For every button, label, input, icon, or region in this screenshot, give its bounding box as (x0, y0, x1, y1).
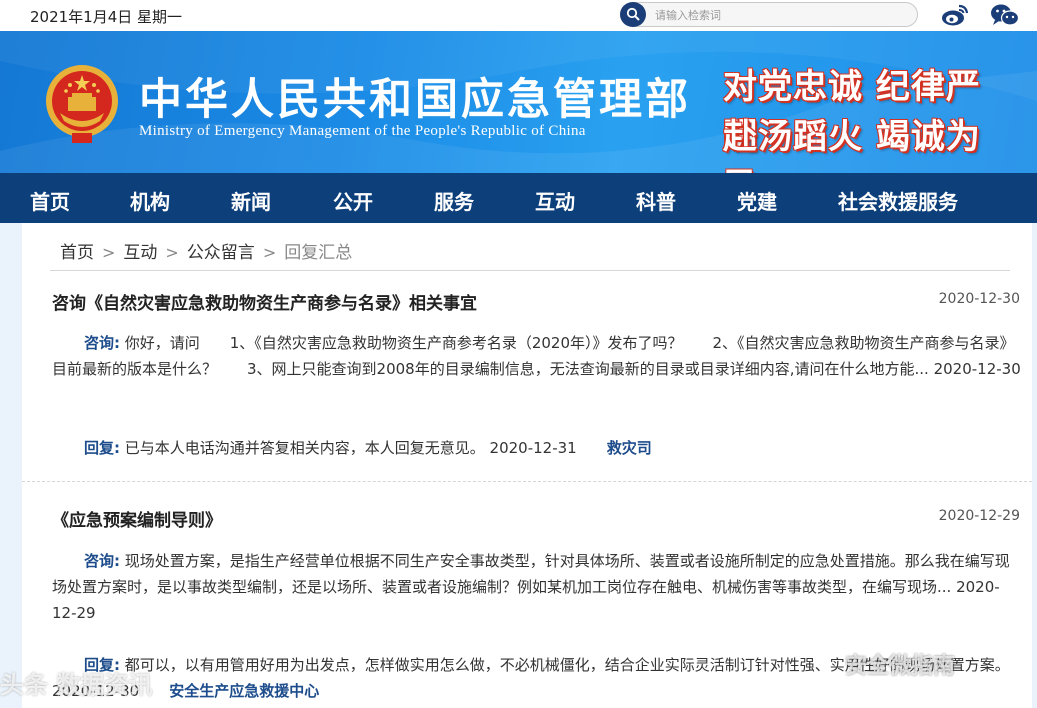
message-reply: 回复: 已与本人电话沟通并答复相关内容，本人回复无意见。 2020-12-31 救… (84, 437, 652, 458)
question-label: 咨询: (84, 552, 120, 570)
nav-item-rescue-services[interactable]: 社会救援服务 (838, 186, 958, 215)
nav-item-services[interactable]: 服务 (434, 186, 474, 215)
wechat-icon[interactable] (990, 3, 1020, 31)
message-date: 2020-12-29 (938, 508, 1020, 524)
reply-text: 已与本人电话沟通并答复相关内容，本人回复无意见。 2020-12-31 (120, 439, 577, 457)
top-bar: 2021年1月4日 星期一 (0, 0, 1037, 31)
nav-item-home[interactable]: 首页 (30, 186, 70, 215)
question-text[interactable]: 你好，请问 1、《自然灾害应急救助物资生产商参考名录（2020年）》发布了吗？ … (52, 334, 1021, 378)
message-question: 咨询: 你好，请问 1、《自然灾害应急救助物资生产商参考名录（2020年）》发布… (52, 330, 1022, 382)
breadcrumb-messages[interactable]: 公众留言 (187, 238, 255, 263)
message-question: 咨询: 现场处置方案，是指生产经营单位根据不同生产安全事故类型，针对具体场所、装… (52, 548, 1022, 626)
reply-department: 救灾司 (606, 439, 652, 457)
watermark-right: 安全微指南 (845, 654, 956, 679)
breadcrumb-current: 回复汇总 (284, 243, 353, 263)
site-title-cn[interactable]: 中华人民共和国应急管理部 (139, 65, 691, 127)
message-date: 2020-12-30 (938, 291, 1020, 307)
breadcrumb-separator: > (165, 243, 179, 262)
search-icon (626, 7, 640, 21)
breadcrumb-divider (50, 270, 1010, 271)
slogan-line-2: 赴汤蹈火 竭诚为民 (723, 117, 981, 173)
breadcrumb-home[interactable]: 首页 (60, 238, 94, 263)
content-panel: 首页 > 互动 > 公众留言 > 回复汇总 咨询《自然灾害应急救助物资生产商参与名录》相关事… (22, 223, 1032, 708)
nav-item-news[interactable]: 新闻 (231, 186, 271, 215)
nav-item-interaction[interactable]: 互动 (535, 186, 575, 215)
breadcrumb: 首页 > 互动 > 公众留言 > 回复汇总 (60, 238, 352, 263)
national-emblem-icon[interactable] (44, 63, 120, 145)
breadcrumb-interaction[interactable]: 互动 (123, 238, 157, 263)
search-input[interactable] (655, 6, 905, 24)
watermark-left: 头条 数据资讯 (0, 671, 153, 699)
nav-item-organization[interactable]: 机构 (130, 186, 170, 215)
breadcrumb-separator: > (262, 243, 277, 262)
question-label: 咨询: (84, 334, 120, 352)
reply-department: 安全生产应急救援中心 (169, 682, 320, 700)
nav-item-science[interactable]: 科普 (636, 186, 676, 215)
weibo-icon[interactable] (941, 3, 969, 31)
reply-label: 回复: (84, 439, 120, 457)
site-title-en: Ministry of Emergency Management of the … (139, 123, 586, 139)
message-title[interactable]: 《应急预案编制导则》 (52, 506, 222, 531)
message-title[interactable]: 咨询《自然灾害应急救助物资生产商参与名录》相关事宜 (52, 289, 477, 314)
search-box[interactable] (620, 2, 918, 27)
search-button[interactable] (620, 2, 646, 27)
breadcrumb-separator: > (102, 243, 116, 262)
nav-item-party[interactable]: 党建 (737, 186, 777, 215)
item-divider (22, 481, 1032, 482)
question-text[interactable]: 现场处置方案，是指生产经营单位根据不同生产安全事故类型，针对具体场所、装置或者设… (52, 552, 1010, 622)
nav-item-public[interactable]: 公开 (333, 186, 373, 215)
current-date: 2021年1月4日 星期一 (30, 8, 183, 26)
header-banner: 中华人民共和国应急管理部 Ministry of Emergency Manag… (0, 31, 1037, 173)
main-nav: 首页 机构 新闻 公开 服务 互动 科普 党建 社会救援服务 (0, 173, 1037, 223)
